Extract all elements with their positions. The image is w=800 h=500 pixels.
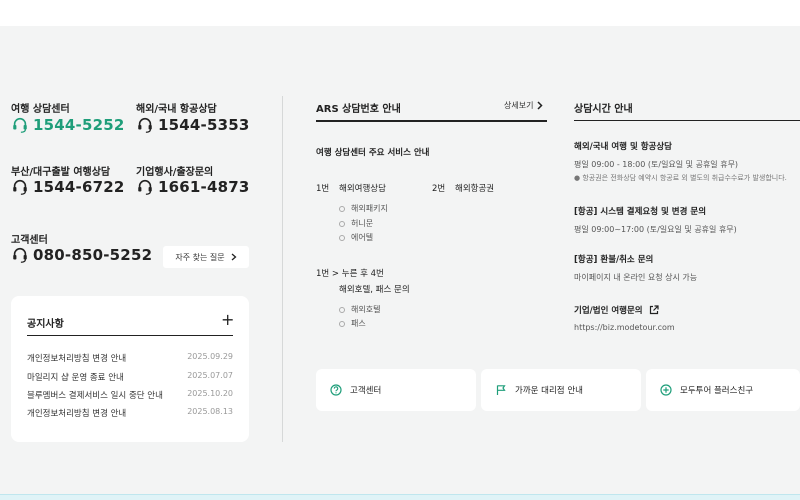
ars-menu1-item: 해외패키지 bbox=[339, 203, 388, 214]
contact-phone-travel[interactable]: 1544-5252 bbox=[11, 116, 125, 134]
headset-icon bbox=[13, 179, 27, 195]
ars-menu-item-label: 허니문 bbox=[351, 219, 374, 228]
bottom-strip bbox=[0, 494, 800, 500]
contact-phone-customer[interactable]: 080-850-5252 bbox=[11, 246, 152, 264]
headset-icon bbox=[13, 117, 27, 133]
notice-item-date: 2025.09.29 bbox=[187, 352, 233, 361]
notice-item-text: 마일리지 샵 운영 종료 안내 bbox=[27, 373, 124, 383]
card-label: 모두투어 플러스친구 bbox=[680, 386, 754, 396]
notice-title: 공지사항 bbox=[27, 319, 64, 330]
ars-menu1-name: 해외여행상담 bbox=[339, 184, 386, 194]
biz-inquiry-label: 기업/법인 여행문의 bbox=[574, 306, 643, 316]
card-label: 고객센터 bbox=[350, 386, 382, 396]
contact-label-travel: 여행 상담센터 bbox=[11, 104, 70, 115]
flag-icon bbox=[496, 385, 506, 395]
chevron-right-icon bbox=[537, 101, 544, 110]
hours-section-head: [항공] 시스템 결제요청 및 변경 문의 bbox=[574, 207, 707, 217]
headset-icon bbox=[13, 247, 27, 263]
ars-detail-link[interactable]: 상세보기 bbox=[504, 100, 544, 111]
hours-section-text: 마이페이지 내 온라인 요청 상시 가능 bbox=[574, 273, 698, 282]
phone-number: 1661-4873 bbox=[158, 178, 250, 196]
plus-circle-icon bbox=[660, 384, 672, 396]
bullet-icon bbox=[339, 205, 345, 212]
ars-divider bbox=[316, 120, 547, 122]
contact-label-busan: 부산/대구출발 여행상담 bbox=[11, 167, 111, 178]
ars-menu-item-label: 에어텔 bbox=[351, 233, 374, 242]
ars-menu1-item: 허니문 bbox=[339, 218, 373, 229]
ars-menu-item-label: 해외호텔 bbox=[351, 305, 381, 314]
ars-menu1-key: 1번 bbox=[316, 184, 330, 194]
faq-button-label: 자주 찾는 질문 bbox=[175, 252, 225, 262]
notice-item-date: 2025.10.20 bbox=[187, 389, 233, 398]
ars-menu3-key: 1번 > 누른 후 4번 bbox=[316, 269, 384, 279]
contact-label-air: 해외/국내 항공상담 bbox=[136, 104, 217, 115]
faq-button[interactable]: 자주 찾는 질문 bbox=[163, 246, 249, 268]
notice-item[interactable]: 개인정보처리방침 변경 안내 2025.09.29 bbox=[27, 352, 233, 364]
hours-section-text: 평일 09:00~17:00 (토/일요일 및 공휴일 휴무) bbox=[574, 225, 737, 234]
ars-menu2-name: 해외항공권 bbox=[455, 184, 495, 194]
hours-section-head: [항공] 환불/취소 문의 bbox=[574, 255, 654, 265]
bullet-icon bbox=[339, 320, 345, 327]
column-divider bbox=[282, 96, 283, 442]
bullet-icon bbox=[339, 220, 345, 227]
ars-menu3-name: 해외호텔, 패스 문의 bbox=[339, 285, 410, 295]
ars-title: ARS 상담번호 안내 bbox=[316, 104, 401, 115]
notice-item[interactable]: 마일리지 샵 운영 종료 안내 2025.07.07 bbox=[27, 371, 233, 383]
card-label: 가까운 대리점 안내 bbox=[515, 386, 583, 396]
card-nearby-agency[interactable]: 가까운 대리점 안내 bbox=[481, 369, 641, 411]
ars-detail-label: 상세보기 bbox=[504, 101, 534, 110]
hours-section-head: 해외/국내 여행 및 항공상담 bbox=[574, 142, 673, 152]
hours-section-text: 평일 09:00 - 18:00 (토/일요일 및 공휴일 휴무) bbox=[574, 160, 739, 169]
bullet-icon bbox=[339, 306, 345, 313]
question-circle-icon bbox=[330, 384, 342, 396]
hours-section-note: ● 항공권은 전화상담 예약시 항공료 외 별도의 취급수수료가 발생합니다. bbox=[574, 174, 787, 182]
contact-phone-corporate[interactable]: 1661-4873 bbox=[136, 178, 250, 196]
notice-item[interactable]: 개인정보처리방침 변경 안내 2025.08.13 bbox=[27, 407, 233, 419]
ars-menu3-item: 해외호텔 bbox=[339, 304, 380, 315]
ars-menu-item-label: 패스 bbox=[351, 319, 366, 328]
hours-title: 상담시간 안내 bbox=[574, 104, 633, 115]
top-white-bar bbox=[0, 0, 800, 26]
notice-item[interactable]: 블루멤버스 결제서비스 일시 중단 안내 2025.10.20 bbox=[27, 389, 233, 401]
biz-url[interactable]: https://biz.modetour.com bbox=[574, 323, 675, 332]
notice-more-plus-icon[interactable]: + bbox=[221, 310, 234, 329]
notice-item-text: 개인정보처리방침 변경 안내 bbox=[27, 409, 127, 419]
contact-label-corporate: 기업행사/출장문의 bbox=[136, 167, 214, 178]
notice-divider bbox=[27, 335, 233, 336]
notice-item-text: 블루멤버스 결제서비스 일시 중단 안내 bbox=[27, 391, 163, 401]
phone-number: 1544-6722 bbox=[33, 178, 125, 196]
chevron-right-icon bbox=[231, 253, 237, 261]
ars-subtitle: 여행 상담센터 주요 서비스 안내 bbox=[316, 148, 430, 158]
notice-panel: 공지사항 + 개인정보처리방침 변경 안내 2025.09.29 마일리지 샵 … bbox=[11, 296, 249, 442]
card-plus-friend[interactable]: 모두투어 플러스친구 bbox=[646, 369, 800, 411]
headset-icon bbox=[138, 179, 152, 195]
contact-phone-air[interactable]: 1544-5353 bbox=[136, 116, 250, 134]
phone-number: 1544-5252 bbox=[33, 116, 125, 134]
bullet-icon bbox=[339, 234, 345, 241]
card-customer-center[interactable]: 고객센터 bbox=[316, 369, 476, 411]
ars-menu1-item: 에어텔 bbox=[339, 232, 373, 243]
headset-icon bbox=[138, 117, 152, 133]
notice-item-text: 개인정보처리방침 변경 안내 bbox=[27, 354, 127, 364]
notice-item-date: 2025.07.07 bbox=[187, 371, 233, 380]
ars-menu3-item: 패스 bbox=[339, 318, 366, 329]
phone-number: 080-850-5252 bbox=[33, 246, 153, 264]
ars-menu-item-label: 해외패키지 bbox=[351, 204, 388, 213]
external-link-icon bbox=[649, 305, 659, 315]
hours-divider bbox=[574, 120, 800, 121]
contact-label-customer: 고객센터 bbox=[11, 235, 48, 246]
notice-item-date: 2025.08.13 bbox=[187, 407, 233, 416]
phone-number: 1544-5353 bbox=[158, 116, 250, 134]
contact-phone-busan[interactable]: 1544-6722 bbox=[11, 178, 125, 196]
biz-inquiry-link[interactable]: 기업/법인 여행문의 bbox=[574, 304, 659, 316]
ars-menu2-key: 2번 bbox=[432, 184, 446, 194]
